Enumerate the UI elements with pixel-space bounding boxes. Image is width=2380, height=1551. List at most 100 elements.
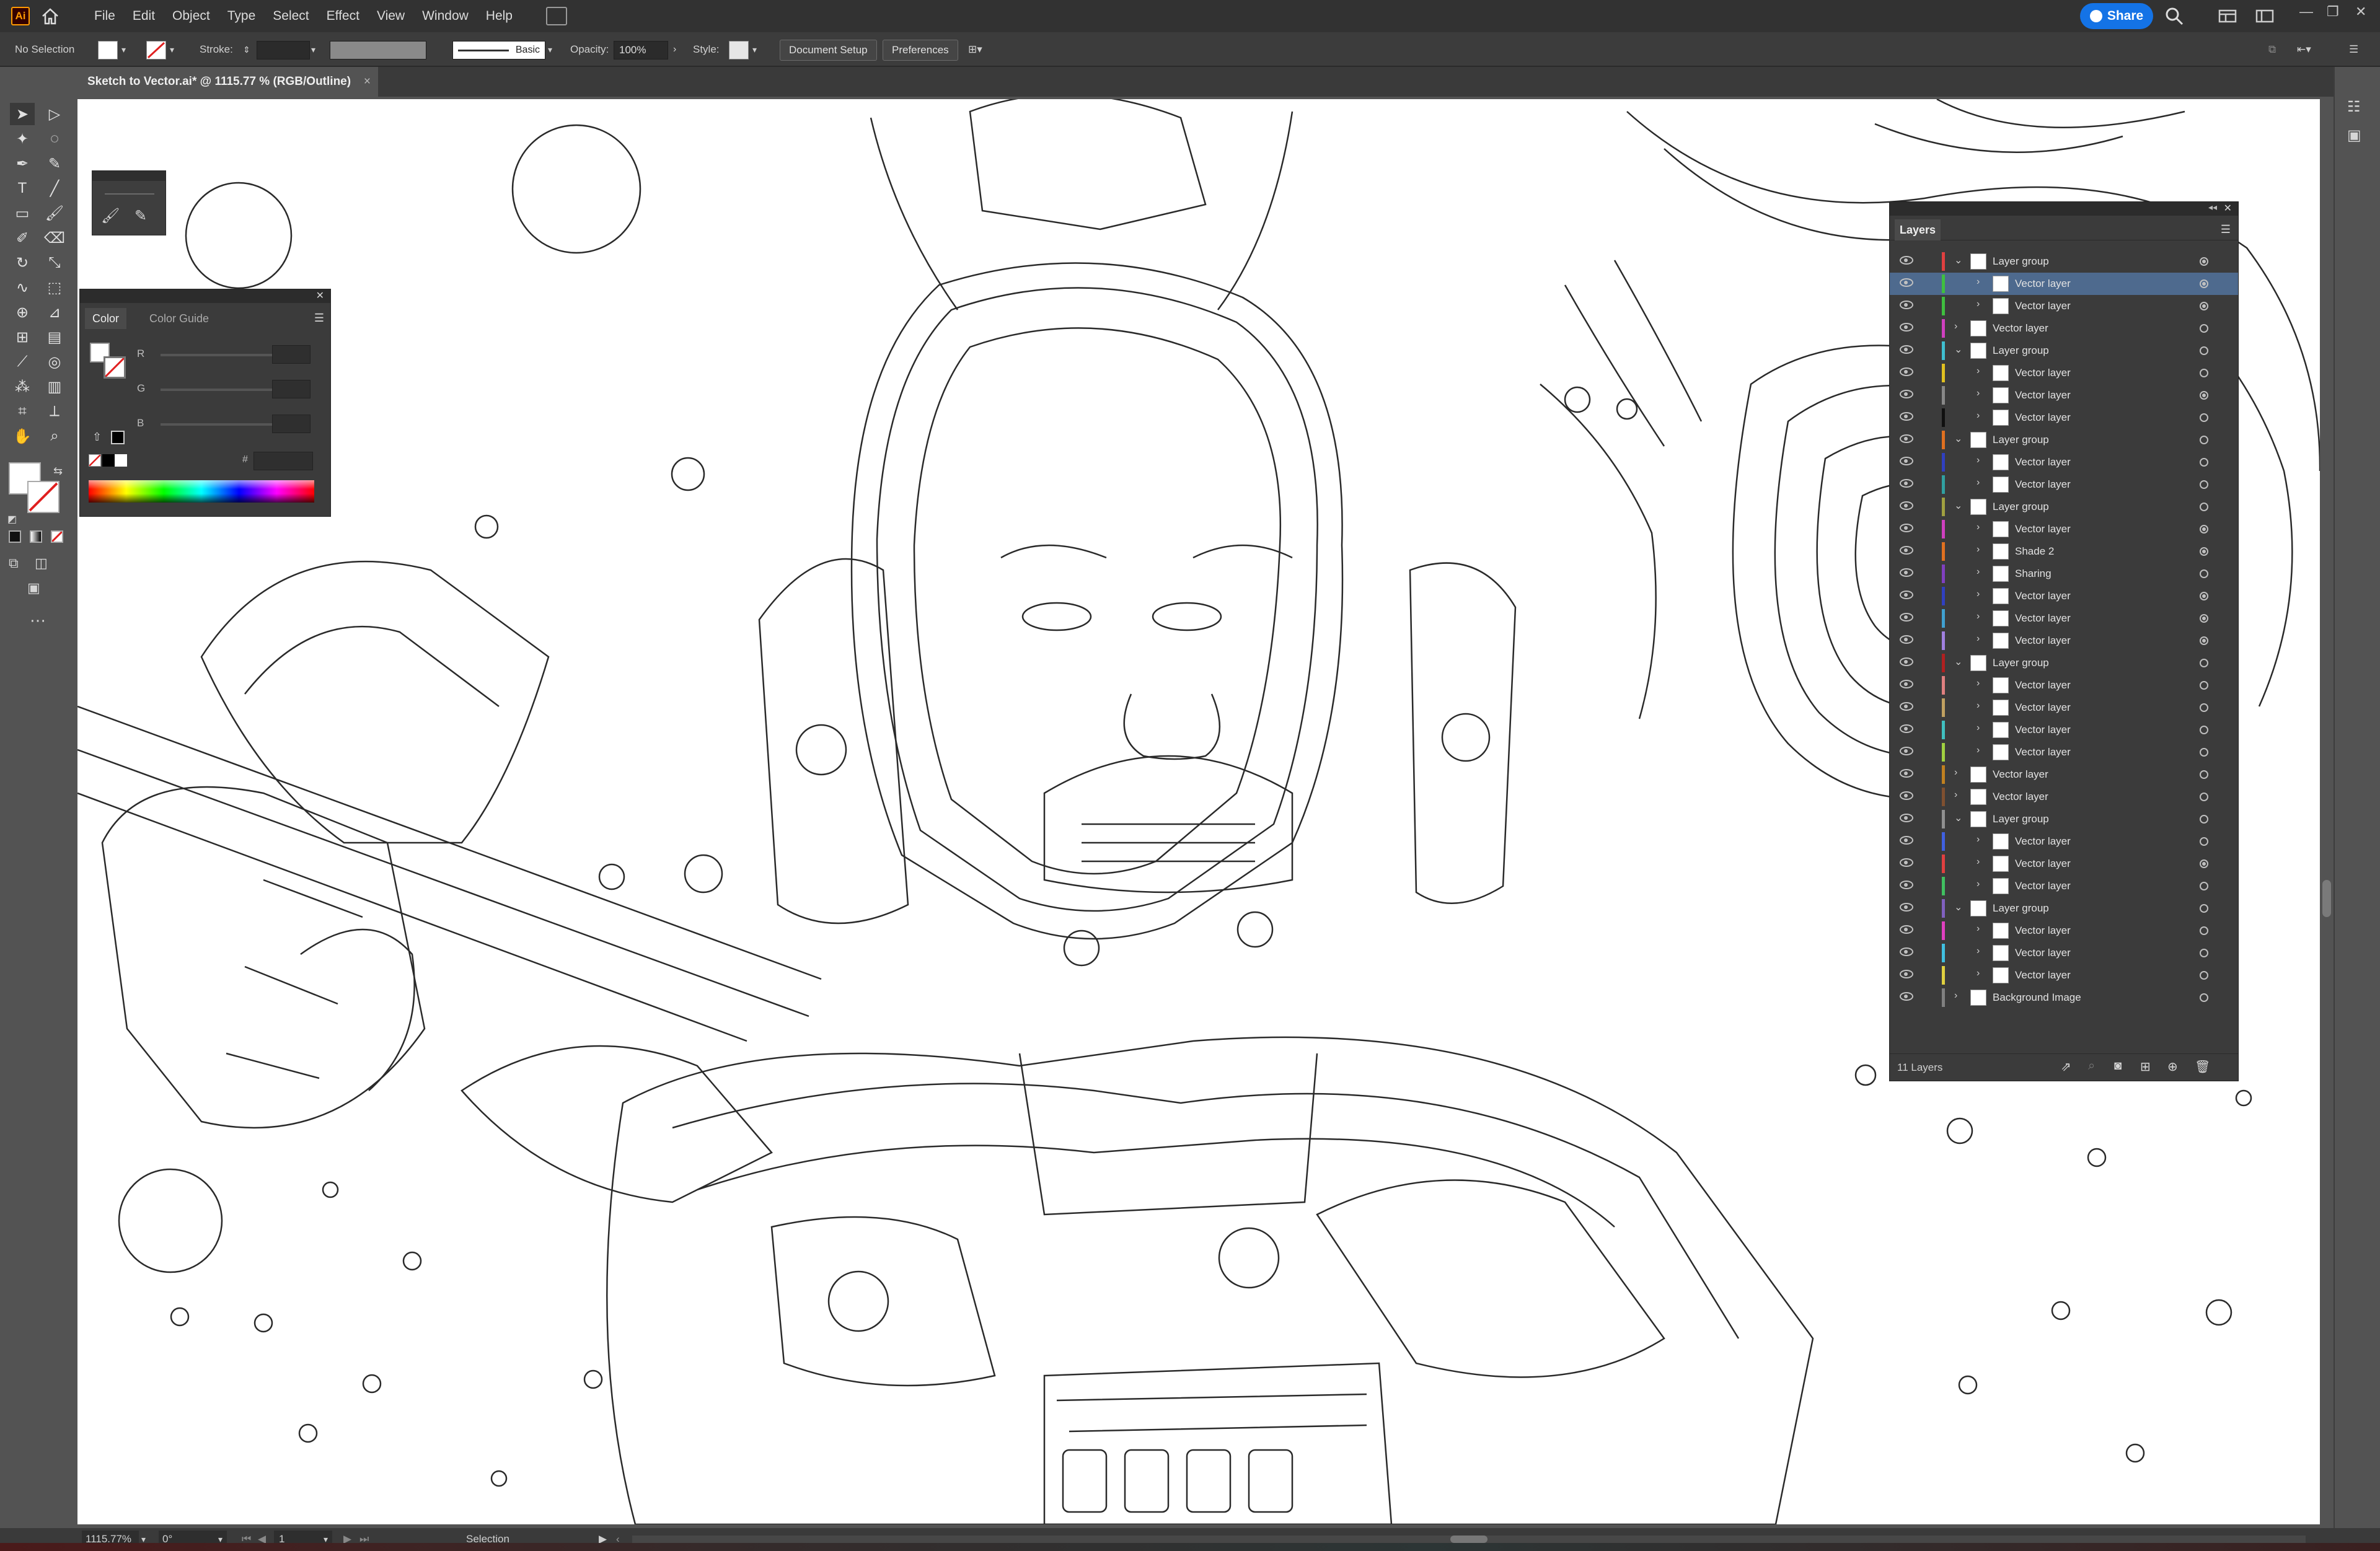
rectangle-tool-icon[interactable]: ▭ bbox=[10, 202, 35, 224]
sublayer-row[interactable]: › Shade 2 bbox=[1890, 540, 2238, 563]
gradient-mode-icon[interactable] bbox=[30, 530, 42, 543]
brush-definition[interactable]: Basic bbox=[452, 41, 545, 59]
collapse-chevron-icon[interactable]: ⌄ bbox=[1954, 901, 1962, 913]
layer-row[interactable]: ⌄ Layer group bbox=[1890, 652, 2238, 674]
lock-toggle[interactable] bbox=[1921, 699, 1933, 716]
lock-toggle[interactable] bbox=[1921, 677, 1933, 694]
sublayer-row[interactable]: › Vector layer bbox=[1890, 384, 2238, 406]
graphic-style-swatch[interactable] bbox=[729, 41, 749, 59]
sublayer-row[interactable]: › Vector layer bbox=[1890, 585, 2238, 607]
expand-chevron-icon[interactable]: › bbox=[1977, 745, 1980, 756]
style-dropdown-icon[interactable]: ▾ bbox=[752, 40, 757, 59]
collapse-chevron-icon[interactable]: ⌄ bbox=[1954, 656, 1962, 668]
expand-chevron-icon[interactable]: › bbox=[1977, 923, 1980, 934]
opacity-input[interactable]: 100% bbox=[614, 41, 668, 59]
lock-toggle[interactable] bbox=[1921, 587, 1933, 605]
visibility-eye-icon[interactable] bbox=[1900, 925, 1913, 934]
lock-toggle[interactable] bbox=[1921, 922, 1933, 939]
visibility-eye-icon[interactable] bbox=[1900, 992, 1913, 1001]
target-circle-icon[interactable] bbox=[2200, 525, 2208, 534]
direct-selection-tool-icon[interactable]: ▷ bbox=[42, 103, 67, 125]
draw-mode-icon[interactable]: ⧉ bbox=[9, 555, 19, 571]
lock-toggle[interactable] bbox=[1921, 833, 1933, 850]
visibility-eye-icon[interactable] bbox=[1900, 858, 1913, 867]
layer-row[interactable]: ⌄ Layer group bbox=[1890, 429, 2238, 451]
document-tab[interactable]: Sketch to Vector.ai* @ 1115.77 % (RGB/Ou… bbox=[77, 67, 378, 97]
target-circle-icon[interactable] bbox=[2200, 636, 2208, 645]
lock-toggle[interactable] bbox=[1921, 275, 1933, 292]
white-swatch[interactable] bbox=[115, 454, 127, 467]
sublayer-row[interactable]: › Vector layer bbox=[1890, 273, 2238, 295]
target-circle-icon[interactable] bbox=[2200, 815, 2208, 824]
layer-row[interactable]: ⌄ Layer group bbox=[1890, 340, 2238, 362]
menu-select[interactable]: Select bbox=[264, 0, 317, 32]
mesh-tool-icon[interactable]: ⊞ bbox=[10, 326, 35, 348]
tab-color[interactable]: Color bbox=[85, 308, 127, 329]
expand-chevron-icon[interactable]: › bbox=[1954, 767, 1957, 778]
channel-g-slider[interactable] bbox=[161, 389, 272, 391]
visibility-eye-icon[interactable] bbox=[1900, 769, 1913, 778]
layer-row[interactable]: ⌄ Layer group bbox=[1890, 496, 2238, 518]
target-circle-icon[interactable] bbox=[2200, 770, 2208, 779]
lock-toggle[interactable] bbox=[1921, 989, 1933, 1006]
swap-colors-icon[interactable]: ⇆ bbox=[53, 465, 63, 478]
selection-tool-icon[interactable]: ➤ bbox=[10, 103, 35, 125]
shape-builder-tool-icon[interactable]: ⊕ bbox=[10, 301, 35, 323]
export-icon[interactable]: ⇗ bbox=[2061, 1059, 2071, 1074]
artboard-tool-icon[interactable]: ⌗ bbox=[10, 400, 35, 423]
lock-toggle[interactable] bbox=[1921, 900, 1933, 917]
menu-type[interactable]: Type bbox=[219, 0, 265, 32]
visibility-eye-icon[interactable] bbox=[1900, 256, 1913, 265]
sublayer-row[interactable]: › Vector layer bbox=[1890, 518, 2238, 540]
target-circle-icon[interactable] bbox=[2200, 882, 2208, 890]
lock-toggle[interactable] bbox=[1921, 944, 1933, 962]
visibility-eye-icon[interactable] bbox=[1900, 390, 1913, 398]
symbol-sprayer-tool-icon[interactable]: ⁂ bbox=[10, 376, 35, 398]
rotate-tool-icon[interactable]: ↻ bbox=[10, 252, 35, 274]
edit-brush-icon[interactable]: ✎ bbox=[134, 207, 147, 225]
type-tool-icon[interactable]: T bbox=[10, 177, 35, 200]
lock-toggle[interactable] bbox=[1921, 766, 1933, 783]
layers-panel-menu-icon[interactable]: ☰ bbox=[2221, 223, 2231, 236]
tab-color-guide[interactable]: Color Guide bbox=[143, 308, 215, 329]
collapse-chevron-icon[interactable]: ⌄ bbox=[1954, 812, 1962, 824]
collapse-chevron-icon[interactable]: ⌄ bbox=[1954, 343, 1962, 356]
properties-icon[interactable]: ☷ bbox=[2347, 98, 2361, 116]
tab-layers[interactable]: Layers bbox=[1895, 219, 1941, 240]
visibility-eye-icon[interactable] bbox=[1900, 345, 1913, 354]
sublayer-row[interactable]: › Vector layer bbox=[1890, 607, 2238, 630]
visibility-eye-icon[interactable] bbox=[1900, 501, 1913, 510]
pen-tool-icon[interactable]: ✒ bbox=[10, 152, 35, 175]
expand-chevron-icon[interactable]: › bbox=[1977, 522, 1980, 533]
variable-width-profile[interactable] bbox=[330, 41, 426, 59]
visibility-eye-icon[interactable] bbox=[1900, 970, 1913, 978]
channel-g-input[interactable] bbox=[272, 380, 311, 398]
home-icon[interactable] bbox=[40, 6, 61, 27]
visibility-eye-icon[interactable] bbox=[1900, 412, 1913, 421]
sublayer-row[interactable]: › Vector layer bbox=[1890, 830, 2238, 853]
visibility-eye-icon[interactable] bbox=[1900, 323, 1913, 332]
lock-toggle[interactable] bbox=[1921, 877, 1933, 895]
menu-effect[interactable]: Effect bbox=[318, 0, 368, 32]
target-circle-icon[interactable] bbox=[2200, 391, 2208, 400]
delete-layer-icon[interactable]: 🗑 bbox=[2195, 1059, 2210, 1074]
close-panel-icon[interactable]: ✕ bbox=[316, 289, 324, 302]
lock-toggle[interactable] bbox=[1921, 521, 1933, 538]
sublayer-row[interactable]: › Vector layer bbox=[1890, 920, 2238, 942]
panel-menu-icon[interactable]: ☰ bbox=[314, 312, 324, 325]
menu-view[interactable]: View bbox=[368, 0, 413, 32]
target-circle-icon[interactable] bbox=[2200, 547, 2208, 556]
expand-chevron-icon[interactable]: › bbox=[1977, 544, 1980, 555]
target-circle-icon[interactable] bbox=[2200, 703, 2208, 712]
lock-toggle[interactable] bbox=[1921, 811, 1933, 828]
expand-chevron-icon[interactable]: › bbox=[1954, 789, 1957, 801]
visibility-eye-icon[interactable] bbox=[1900, 546, 1913, 555]
visibility-eye-icon[interactable] bbox=[1900, 947, 1913, 956]
visibility-eye-icon[interactable] bbox=[1900, 635, 1913, 644]
expand-chevron-icon[interactable]: › bbox=[1977, 276, 1980, 288]
expand-chevron-icon[interactable]: › bbox=[1977, 611, 1980, 622]
expand-chevron-icon[interactable]: › bbox=[1977, 723, 1980, 734]
expand-chevron-icon[interactable]: › bbox=[1977, 968, 1980, 979]
lock-toggle[interactable] bbox=[1921, 788, 1933, 806]
sublayer-row[interactable]: › Vector layer bbox=[1890, 674, 2238, 696]
